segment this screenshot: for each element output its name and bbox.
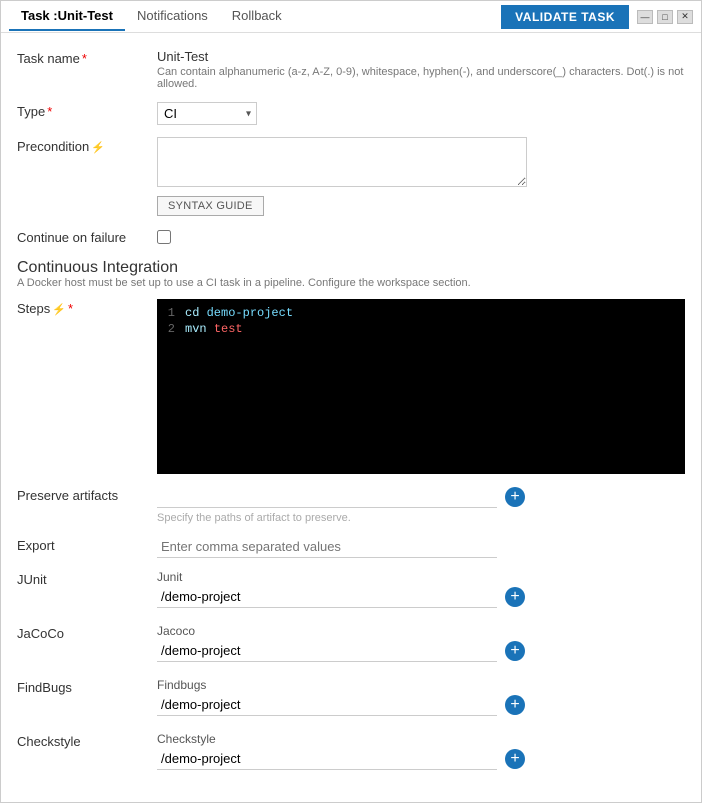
steps-row: Steps⚡* 1 cd demo-project 2 mvn test: [17, 299, 685, 474]
junit-add-button[interactable]: +: [505, 587, 525, 607]
header-bar: Task :Unit-Test Notifications Rollback V…: [1, 1, 701, 33]
syntax-guide-button[interactable]: SYNTAX GUIDE: [157, 196, 264, 216]
export-value: [157, 536, 685, 558]
task-name-value-area: Unit-Test Can contain alphanumeric (a-z,…: [157, 49, 685, 90]
checkstyle-input[interactable]: [157, 748, 497, 770]
type-select-wrapper: CI Build Deploy Test ▾: [157, 102, 257, 125]
preserve-artifacts-label: Preserve artifacts: [17, 486, 157, 503]
tab-task[interactable]: Task :Unit-Test: [9, 2, 125, 31]
tab-notifications[interactable]: Notifications: [125, 2, 220, 31]
findbugs-sub-label: Findbugs: [157, 678, 685, 692]
preserve-artifacts-hint: Specify the paths of artifact to preserv…: [157, 512, 685, 524]
validate-task-button[interactable]: VALIDATE TASK: [501, 5, 629, 29]
continue-on-failure-label: Continue on failure: [17, 228, 157, 245]
jacoco-label: JaCoCo: [17, 624, 157, 641]
ci-section-title: Continuous Integration: [17, 259, 685, 277]
continue-on-failure-checkbox[interactable]: [157, 230, 171, 244]
line-content-1: cd demo-project: [185, 306, 293, 320]
preserve-artifacts-row: Preserve artifacts + Specify the paths o…: [17, 486, 685, 524]
findbugs-row: FindBugs Findbugs +: [17, 678, 685, 720]
jacoco-input[interactable]: [157, 640, 497, 662]
minimize-button[interactable]: —: [637, 10, 653, 24]
code-line-2: 2 mvn test: [157, 321, 685, 337]
junit-input[interactable]: [157, 586, 497, 608]
close-button[interactable]: ✕: [677, 10, 693, 24]
ci-section-desc: A Docker host must be set up to use a CI…: [17, 277, 685, 289]
task-name-hint: Can contain alphanumeric (a-z, A-Z, 0-9)…: [157, 66, 685, 90]
junit-value: Junit +: [157, 570, 685, 612]
line-num-2: 2: [157, 322, 185, 336]
line-num-1: 1: [157, 306, 185, 320]
task-name-display: Unit-Test: [157, 49, 685, 64]
findbugs-field-row: +: [157, 694, 685, 716]
ci-section-header: Continuous Integration A Docker host mus…: [17, 259, 685, 289]
jacoco-value: Jacoco +: [157, 624, 685, 666]
checkstyle-row: Checkstyle Checkstyle +: [17, 732, 685, 774]
steps-link-icon[interactable]: ⚡: [52, 304, 66, 316]
steps-editor-area: 1 cd demo-project 2 mvn test: [157, 299, 685, 474]
junit-sub-label: Junit: [157, 570, 685, 584]
steps-label: Steps⚡*: [17, 299, 157, 316]
preserve-artifacts-value: + Specify the paths of artifact to prese…: [157, 486, 685, 524]
findbugs-value: Findbugs +: [157, 678, 685, 720]
findbugs-input[interactable]: [157, 694, 497, 716]
junit-row: JUnit Junit +: [17, 570, 685, 612]
precondition-row: Precondition⚡ SYNTAX GUIDE: [17, 137, 685, 216]
precondition-label: Precondition⚡: [17, 137, 157, 154]
window-controls: — □ ✕: [637, 10, 693, 24]
precondition-value-area: SYNTAX GUIDE: [157, 137, 685, 216]
code-line-1: 1 cd demo-project: [157, 305, 685, 321]
required-indicator: *: [82, 51, 87, 66]
jacoco-add-button[interactable]: +: [505, 641, 525, 661]
preserve-artifacts-field-row: +: [157, 486, 685, 508]
task-name-row: Task name* Unit-Test Can contain alphanu…: [17, 49, 685, 90]
checkstyle-value: Checkstyle +: [157, 732, 685, 774]
continue-on-failure-value: [157, 228, 685, 247]
type-label: Type*: [17, 102, 157, 119]
precondition-link-icon[interactable]: ⚡: [91, 142, 105, 154]
preserve-artifacts-input[interactable]: [157, 486, 497, 508]
preserve-artifacts-add-button[interactable]: +: [505, 487, 525, 507]
checkstyle-sub-label: Checkstyle: [157, 732, 685, 746]
export-label: Export: [17, 536, 157, 553]
type-value-area: CI Build Deploy Test ▾: [157, 102, 685, 125]
checkstyle-add-button[interactable]: +: [505, 749, 525, 769]
task-name-label: Task name*: [17, 49, 157, 66]
jacoco-sub-label: Jacoco: [157, 624, 685, 638]
tab-rollback[interactable]: Rollback: [220, 2, 294, 31]
main-window: Task :Unit-Test Notifications Rollback V…: [0, 0, 702, 803]
checkstyle-field-row: +: [157, 748, 685, 770]
junit-field-row: +: [157, 586, 685, 608]
tab-task-prefix: Task :: [21, 8, 58, 23]
type-select[interactable]: CI Build Deploy Test: [157, 102, 257, 125]
line-content-2: mvn test: [185, 322, 243, 336]
continue-on-failure-row: Continue on failure: [17, 228, 685, 247]
jacoco-field-row: +: [157, 640, 685, 662]
checkstyle-label: Checkstyle: [17, 732, 157, 749]
export-row: Export: [17, 536, 685, 558]
steps-code-editor[interactable]: 1 cd demo-project 2 mvn test: [157, 299, 685, 474]
maximize-button[interactable]: □: [657, 10, 673, 24]
findbugs-label: FindBugs: [17, 678, 157, 695]
jacoco-row: JaCoCo Jacoco +: [17, 624, 685, 666]
precondition-textarea[interactable]: [157, 137, 527, 187]
junit-label: JUnit: [17, 570, 157, 587]
tab-task-name: Unit-Test: [58, 8, 113, 23]
findbugs-add-button[interactable]: +: [505, 695, 525, 715]
type-row: Type* CI Build Deploy Test ▾: [17, 102, 685, 125]
export-input[interactable]: [157, 536, 497, 558]
content-area: Task name* Unit-Test Can contain alphanu…: [1, 33, 701, 802]
